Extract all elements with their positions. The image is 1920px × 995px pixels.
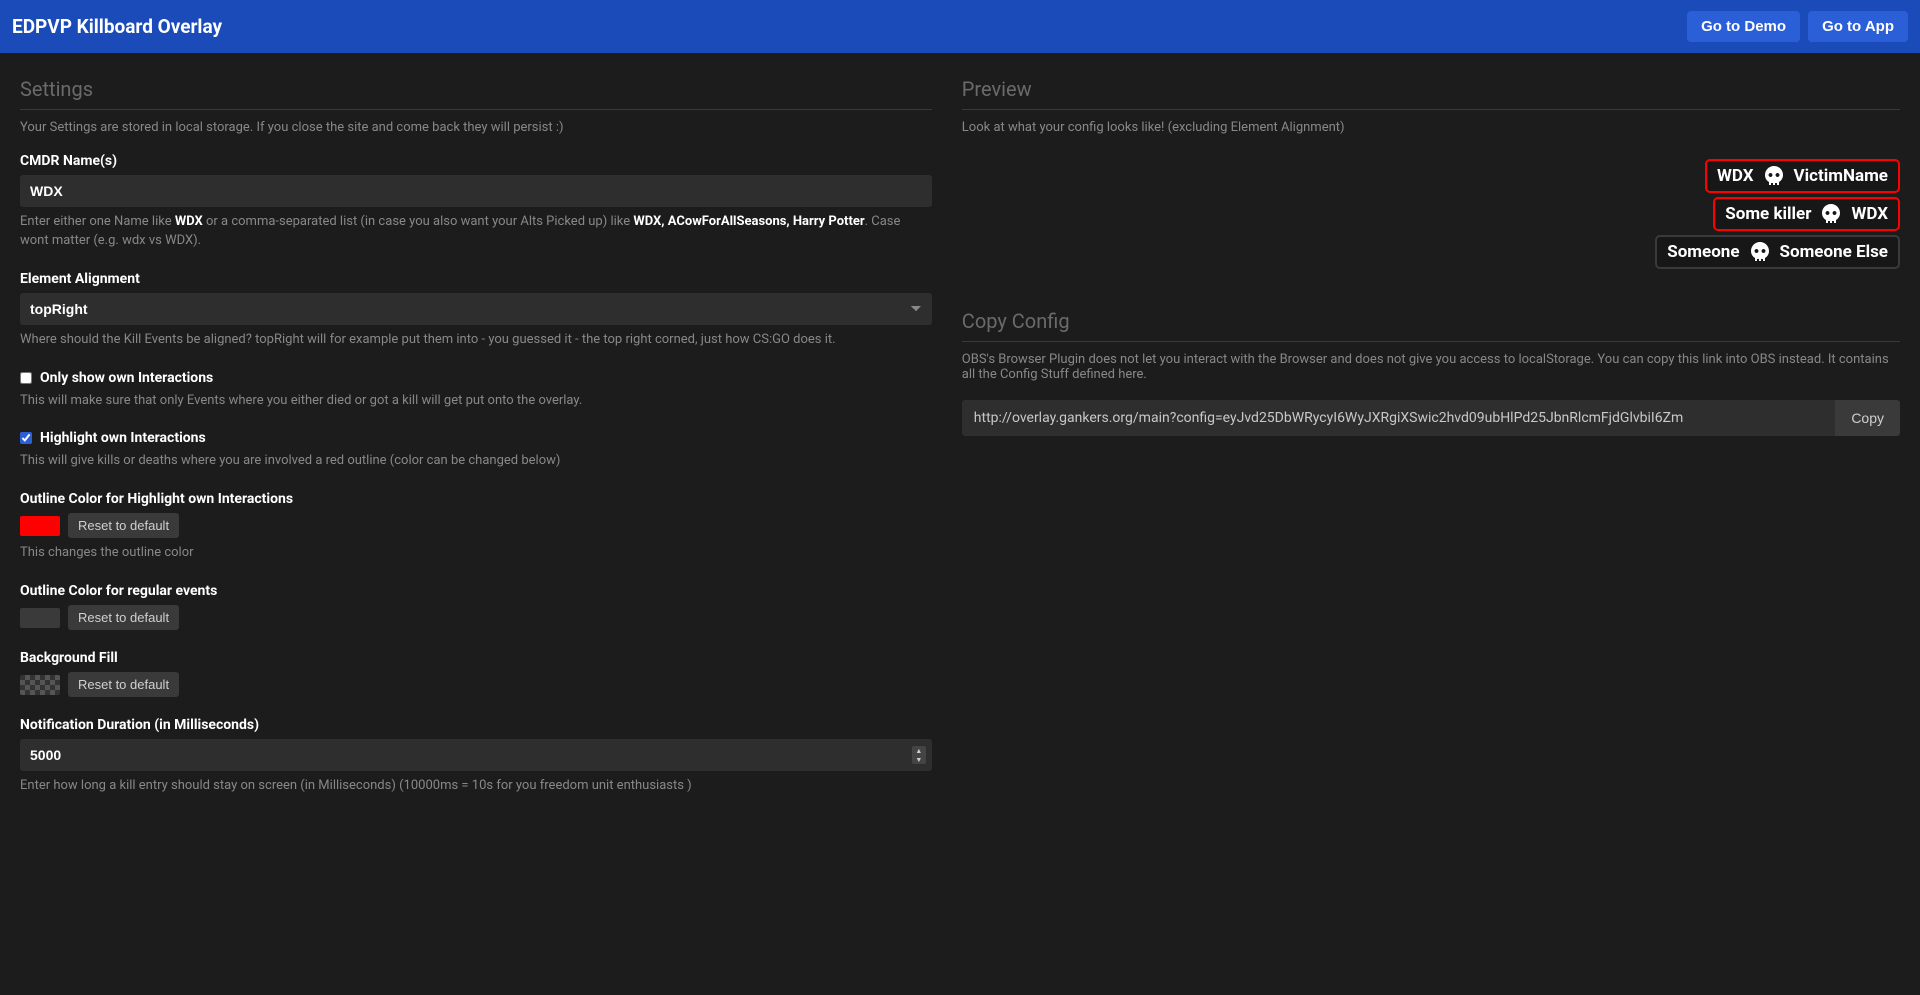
app-header: EDPVP Killboard Overlay Go to Demo Go to… [0,0,1920,53]
duration-help: Enter how long a kill entry should stay … [20,777,932,796]
kill-event: Some killer WDX [1713,197,1900,231]
outline-regular-reset-button[interactable]: Reset to default [68,605,179,630]
only-own-checkbox[interactable] [20,372,32,384]
outline-highlight-help: This changes the outline color [20,544,932,563]
config-url[interactable]: http://overlay.gankers.org/main?config=e… [962,400,1836,436]
killer-name: WDX [1717,166,1754,186]
outline-regular-swatch[interactable] [20,608,60,628]
victim-name: WDX [1851,204,1888,224]
go-to-app-button[interactable]: Go to App [1808,11,1908,42]
cmdr-label: CMDR Name(s) [20,153,932,169]
killer-name: Someone [1667,242,1739,262]
alignment-help: Where should the Kill Events be aligned?… [20,331,932,350]
preview-subtitle: Look at what your config looks like! (ex… [962,120,1900,135]
outline-highlight-label: Outline Color for Highlight own Interact… [20,491,932,507]
outline-regular-label: Outline Color for regular events [20,583,932,599]
cmdr-help: Enter either one Name like WDX or a comm… [20,213,932,251]
victim-name: Someone Else [1780,242,1888,262]
number-spinner[interactable]: ▲▼ [912,746,926,764]
kill-event: Someone Someone Else [1655,235,1900,269]
bg-fill-reset-button[interactable]: Reset to default [68,672,179,697]
outline-highlight-swatch[interactable] [20,516,60,536]
settings-subtitle: Your Settings are stored in local storag… [20,120,932,135]
bg-fill-label: Background Fill [20,650,932,666]
copy-subtitle: OBS's Browser Plugin does not let you in… [962,352,1900,382]
settings-title: Settings [20,77,932,110]
highlight-checkbox[interactable] [20,432,32,444]
highlight-help: This will give kills or deaths where you… [20,452,932,471]
bg-fill-swatch[interactable] [20,675,60,695]
duration-label: Notification Duration (in Milliseconds) [20,717,932,733]
go-to-demo-button[interactable]: Go to Demo [1687,11,1800,42]
kill-event: WDX VictimName [1705,159,1900,193]
skull-icon [1748,240,1772,264]
alignment-select[interactable]: topRight [20,293,932,325]
copy-title: Copy Config [962,309,1900,342]
alignment-label: Element Alignment [20,271,932,287]
copy-button[interactable]: Copy [1835,400,1900,436]
preview-title: Preview [962,77,1900,110]
outline-highlight-reset-button[interactable]: Reset to default [68,513,179,538]
skull-icon [1819,202,1843,226]
preview-area: WDX VictimName Some killer WDX Someone S… [962,153,1900,289]
victim-name: VictimName [1794,166,1888,186]
header-buttons: Go to Demo Go to App [1687,11,1908,42]
page-title: EDPVP Killboard Overlay [12,15,222,38]
cmdr-input[interactable] [20,175,932,207]
only-own-help: This will make sure that only Events whe… [20,392,932,411]
duration-input[interactable] [20,739,932,771]
skull-icon [1762,164,1786,188]
killer-name: Some killer [1725,204,1811,224]
highlight-label: Highlight own Interactions [40,430,206,446]
only-own-label: Only show own Interactions [40,370,213,386]
